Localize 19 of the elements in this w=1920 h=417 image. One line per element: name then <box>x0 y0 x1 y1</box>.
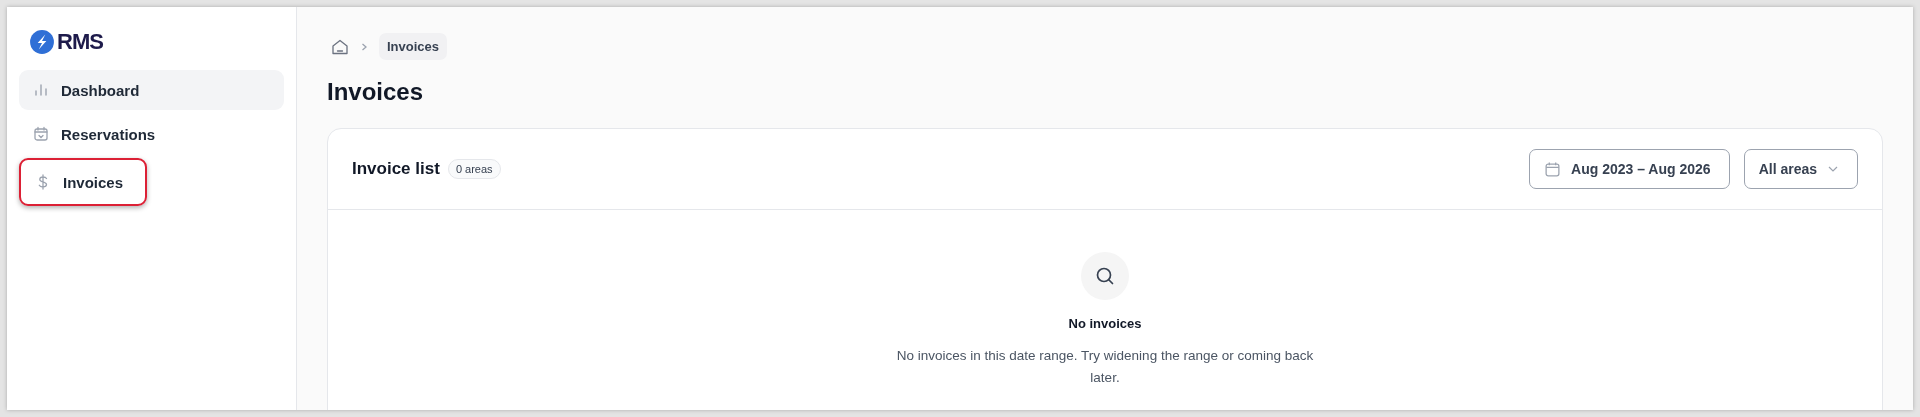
logo-text: RMS <box>57 29 103 55</box>
calendar-icon <box>1544 160 1562 178</box>
date-range-button[interactable]: Aug 2023 – Aug 2026 <box>1529 149 1730 189</box>
card-title: Invoice list <box>352 159 440 179</box>
home-icon[interactable] <box>331 37 349 56</box>
sidebar-item[interactable]: Reservations <box>19 114 284 154</box>
sidebar-item[interactable]: Invoices <box>19 158 148 206</box>
breadcrumb-item[interactable]: Invoices <box>379 33 448 60</box>
empty-state-message: No invoices in this date range. Try widening the range or coming back later. <box>895 347 1315 387</box>
sidebar-item[interactable]: Dashboard <box>19 70 284 110</box>
page-title: Invoices <box>327 78 424 106</box>
logo-icon <box>29 29 55 55</box>
bar-chart-icon <box>33 82 49 98</box>
calendar-icon <box>33 126 49 142</box>
count-badge: 0 areas <box>447 159 501 179</box>
chevron-right-icon <box>359 41 369 52</box>
search-icon <box>1081 252 1129 300</box>
empty-state-title: No invoices <box>1068 316 1142 331</box>
area-filter-dropdown[interactable]: All areas <box>1743 149 1858 189</box>
